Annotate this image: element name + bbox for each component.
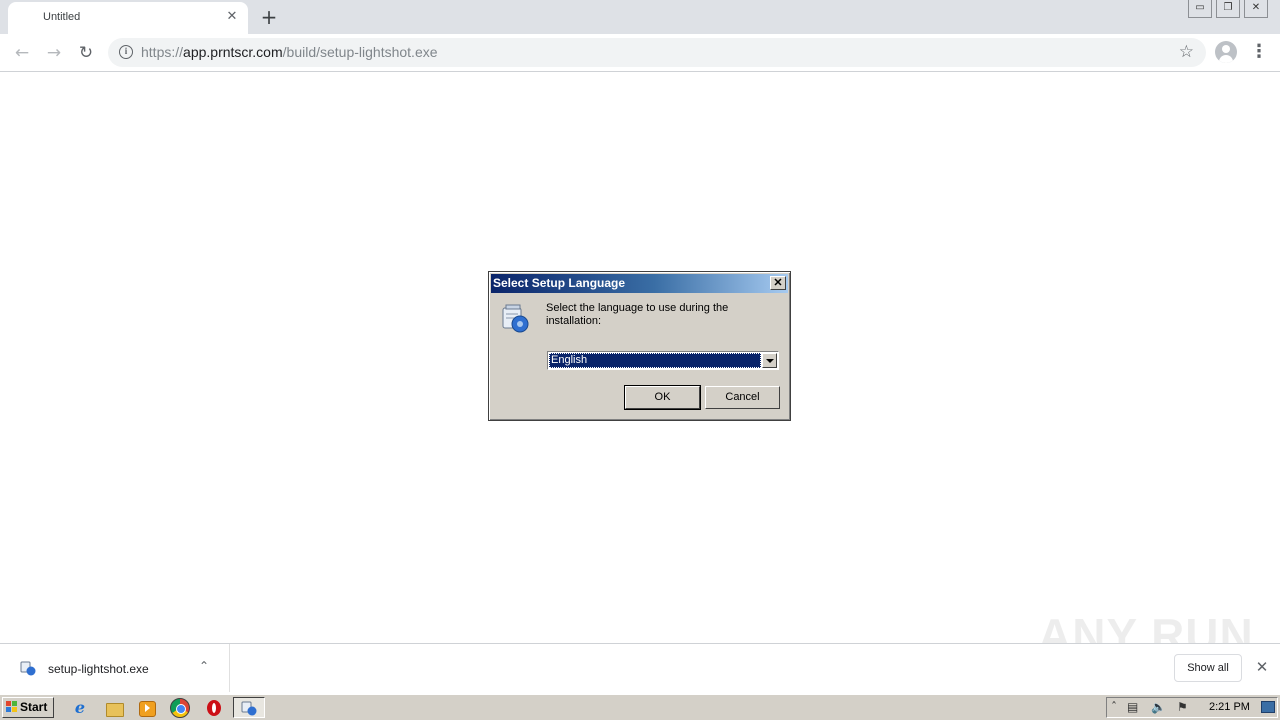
browser-toolbar: ← → ↻ i https://app.prntscr.com/build/se… — [0, 34, 1280, 72]
screen: Untitled ✕ + ▭ ❐ ✕ ← → ↻ i https://app.p… — [0, 0, 1280, 720]
forward-arrow-icon[interactable]: → — [42, 41, 66, 65]
kebab-menu-icon[interactable]: ⋮ — [1250, 41, 1268, 65]
download-item[interactable]: setup-lightshot.exe ⌃ — [0, 644, 230, 692]
download-file-name: setup-lightshot.exe — [48, 662, 149, 676]
file-explorer-icon[interactable] — [104, 698, 124, 718]
url-text[interactable]: https://app.prntscr.com/build/setup-ligh… — [141, 44, 438, 60]
back-arrow-icon[interactable]: ← — [10, 41, 34, 65]
download-shelf: setup-lightshot.exe ⌃ Show all ✕ — [0, 643, 1280, 692]
clock[interactable]: 2:21 PM — [1209, 701, 1250, 713]
show-all-button[interactable]: Show all — [1174, 654, 1242, 682]
network-icon[interactable]: ▤ — [1127, 700, 1138, 714]
language-dropdown[interactable]: English — [547, 351, 779, 370]
minimize-button[interactable]: ▭ — [1188, 0, 1212, 18]
dialog-titlebar[interactable]: Select Setup Language ✕ — [491, 274, 788, 293]
new-tab-button[interactable]: + — [258, 6, 280, 28]
tab-strip: Untitled ✕ + ▭ ❐ ✕ — [0, 0, 1280, 34]
bookmark-star-icon[interactable]: ☆ — [1179, 42, 1194, 62]
start-button[interactable]: Start — [2, 697, 54, 718]
windows-logo-icon — [6, 701, 18, 713]
setup-language-dialog: Select Setup Language ✕ Select the langu… — [488, 271, 791, 421]
language-selected-value: English — [549, 353, 761, 368]
show-desktop-icon[interactable] — [1261, 701, 1275, 713]
profile-avatar-icon[interactable] — [1215, 41, 1237, 63]
dialog-close-icon[interactable]: ✕ — [770, 276, 786, 290]
taskbar-setup-button[interactable] — [233, 697, 265, 718]
shelf-close-icon[interactable]: ✕ — [1254, 658, 1270, 676]
windows-taskbar: Start e ˆ ▤ 🔈 ⚑ 2:21 PM — [0, 694, 1280, 720]
chevron-up-icon[interactable]: ⌃ — [199, 659, 209, 673]
setup-task-icon — [241, 701, 257, 716]
installer-file-icon — [20, 661, 36, 676]
dialog-message: Select the language to use during the in… — [546, 302, 729, 327]
tab-close-icon[interactable]: ✕ — [224, 9, 240, 25]
url-scheme: https:// — [141, 44, 184, 60]
setup-installer-icon — [502, 304, 529, 333]
cancel-button[interactable]: Cancel — [705, 386, 780, 409]
chrome-icon[interactable] — [170, 698, 190, 718]
action-center-flag-icon[interactable]: ⚑ — [1177, 700, 1188, 714]
ok-button[interactable]: OK — [624, 385, 701, 410]
url-host: app.prntscr.com — [183, 44, 283, 60]
window-controls: ▭ ❐ ✕ — [1188, 0, 1268, 18]
volume-icon[interactable]: 🔈 — [1151, 700, 1166, 714]
opera-icon[interactable] — [204, 698, 224, 718]
reload-icon[interactable]: ↻ — [74, 41, 98, 65]
browser-tab[interactable]: Untitled ✕ — [8, 2, 248, 34]
dialog-title: Select Setup Language — [493, 276, 626, 290]
tab-title: Untitled — [43, 11, 81, 23]
address-bar[interactable]: i https://app.prntscr.com/build/setup-li… — [108, 38, 1206, 67]
restore-button[interactable]: ❐ — [1216, 0, 1240, 18]
info-icon[interactable]: i — [119, 45, 133, 59]
start-label: Start — [20, 700, 48, 714]
system-tray: ˆ ▤ 🔈 ⚑ 2:21 PM — [1106, 697, 1278, 718]
dropdown-arrow-icon[interactable] — [762, 353, 777, 368]
media-player-icon[interactable] — [137, 698, 157, 718]
internet-explorer-icon[interactable]: e — [70, 698, 90, 718]
url-path: /build/setup-lightshot.exe — [282, 44, 438, 60]
window-close-button[interactable]: ✕ — [1244, 0, 1268, 18]
show-hidden-icons-icon[interactable]: ˆ — [1111, 700, 1117, 714]
